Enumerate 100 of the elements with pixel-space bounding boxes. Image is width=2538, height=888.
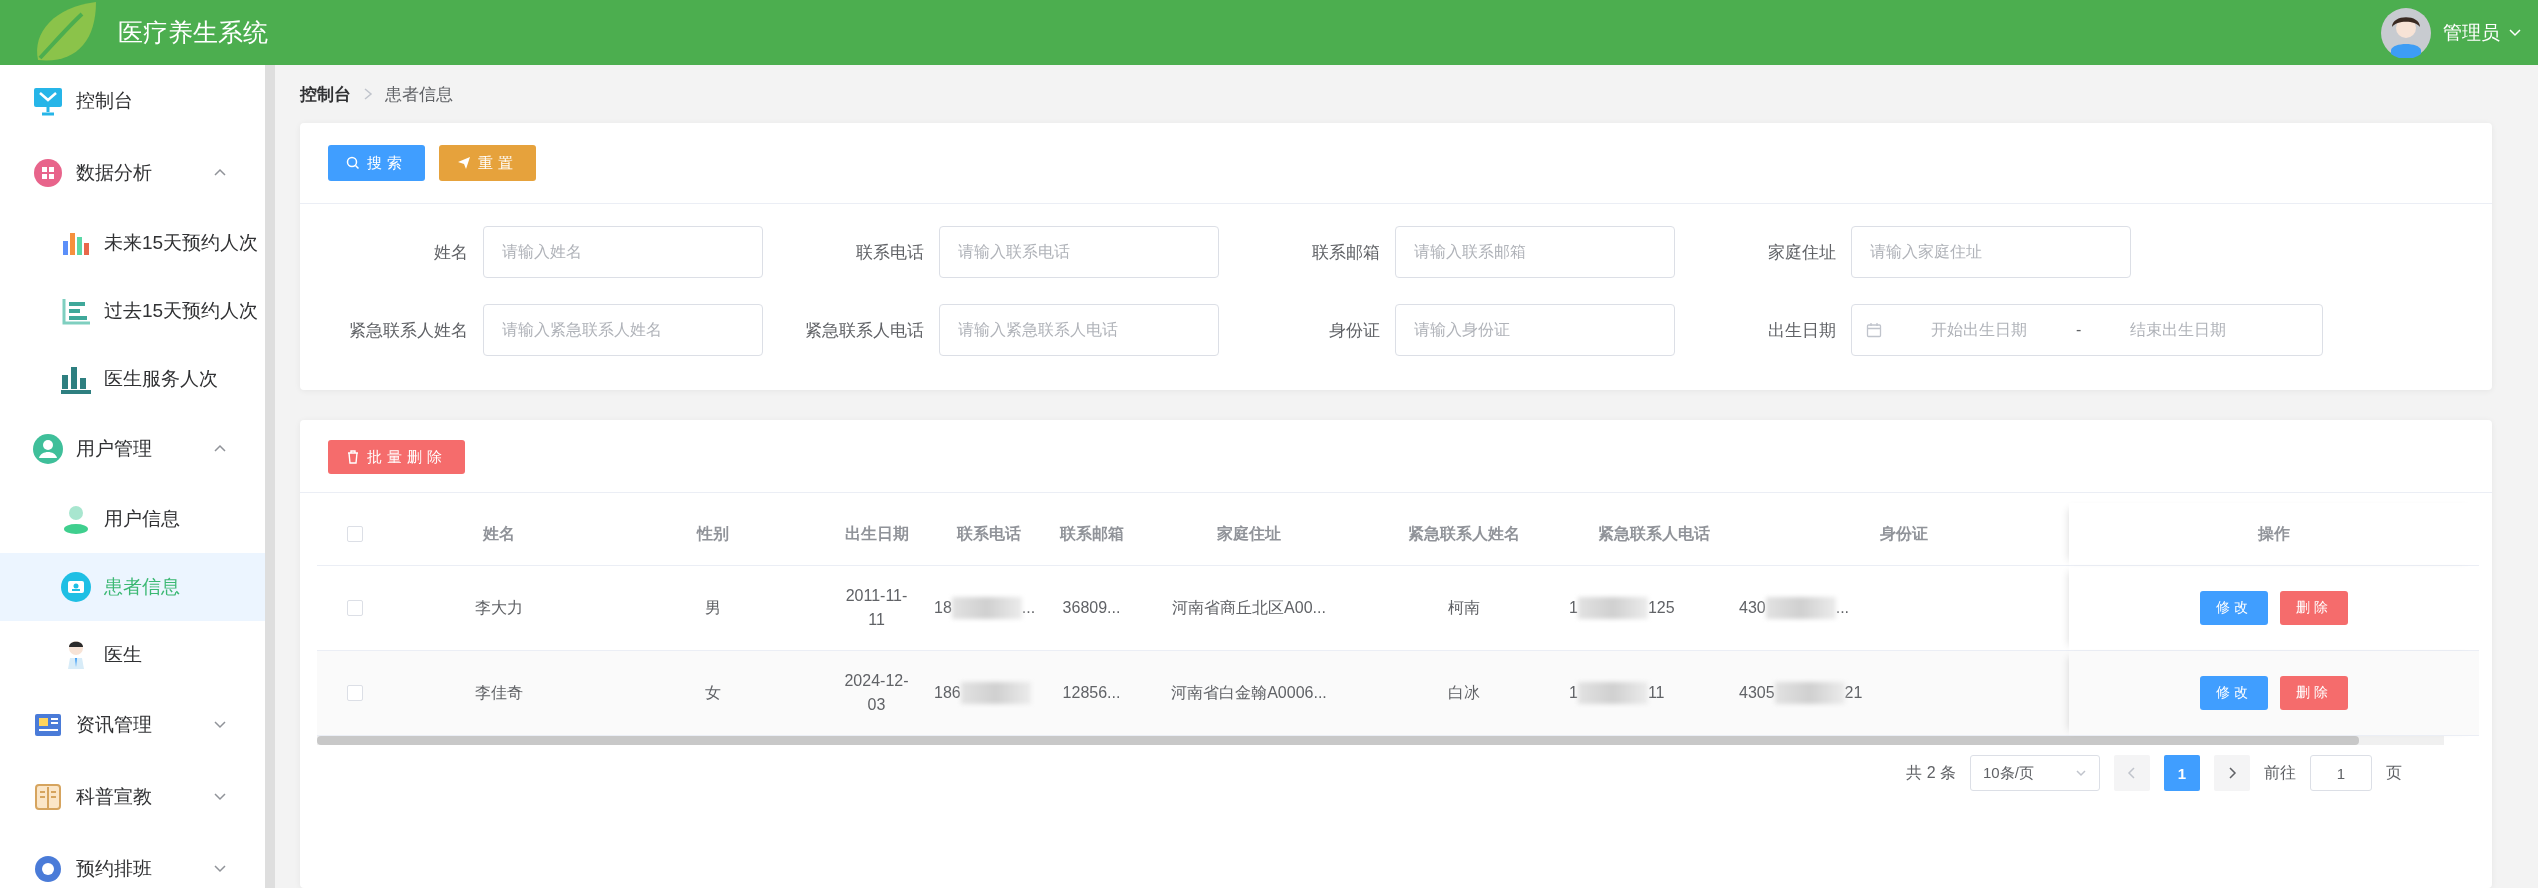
menu-label: 预约排班 [76,857,153,881]
input-field[interactable]: 请输入联系邮箱 [1395,226,1675,278]
menu-label: 患者信息 [104,575,181,599]
goto-label: 前往 [2264,762,2296,783]
field-label: 联系电话 [855,241,925,264]
menu-icon [32,853,64,885]
field-label: 身份证 [1328,319,1381,342]
search-icon [346,156,360,170]
table-cell-text: 男 [704,597,721,618]
table-cell-text: 李大力 [475,597,523,618]
input-field[interactable]: 请输入姓名 [483,226,763,278]
page-suffix: 页 [2386,762,2402,783]
date-range-field[interactable]: 开始出生日期 - 结束出生日期 [1851,304,2323,356]
menu-item[interactable]: 预约排班 [0,833,265,888]
scrollbar-thumb[interactable] [317,736,2359,745]
menu-label: 用户信息 [104,507,181,531]
input-field[interactable]: 请输入紧急联系人姓名 [483,304,763,356]
table-cell: 1 [1569,599,1578,617]
menu-icon [32,433,64,465]
field-label: 紧急联系人电话 [804,319,925,342]
column-header: 紧急联系人姓名 [1408,523,1520,544]
table-cell: 430 [1739,599,1766,617]
redaction-blur [1577,597,1648,619]
table-cell: 125 [1647,599,1675,617]
table-cell-text: 李佳奇 [475,682,523,703]
column-header: 操作 [2258,523,2290,544]
menu-icon [32,781,64,813]
menu-label: 未来15天预约人次 [104,231,259,255]
field-label: 姓名 [433,241,469,264]
prev-page-button[interactable] [2114,755,2150,791]
column-header: 姓名 [483,523,515,544]
menu-item[interactable]: 用户管理 [0,413,265,485]
table-cell: ... [1021,599,1036,617]
submenu-item[interactable]: 未来15天预约人次 [0,209,265,277]
menu-label: 数据分析 [76,161,153,185]
range-separator: - [2075,321,2083,339]
menu-item[interactable]: 控制台 [0,65,265,137]
input-field[interactable]: 请输入家庭住址 [1851,226,2131,278]
table-cell: 4305 [1739,684,1775,702]
menu-label: 控制台 [76,89,134,113]
column-header: 联系电话 [957,523,1021,544]
field-label: 紧急联系人姓名 [348,319,469,342]
menu-icon [32,157,64,189]
checkbox[interactable] [346,685,363,701]
app-title: 医疗养生系统 [118,17,268,48]
trash-icon [346,450,360,464]
checkbox[interactable] [346,526,363,542]
avatar-icon [2381,7,2431,58]
menu-label: 科普宣教 [76,785,153,809]
checkbox[interactable] [346,600,363,616]
column-header: 家庭住址 [1217,523,1281,544]
table-cell-text: 柯南 [1448,597,1480,618]
menu-label: 医生 [104,643,143,667]
input-field[interactable]: 请输入联系电话 [939,226,1219,278]
menu-icon [32,85,64,117]
breadcrumb-item[interactable]: 控制台 [300,82,351,106]
chevron-right-icon [363,87,373,101]
table-cell: 18 [934,599,952,617]
calendar-icon [1866,322,1882,338]
table-cell-text: 白冰 [1448,682,1480,703]
page-size-select[interactable]: 10条/页 [1970,755,2100,791]
column-header: 性别 [696,523,729,544]
table-cell-text: 女 [704,682,721,703]
column-header: 出生日期 [844,523,909,544]
page-input[interactable]: 1 [2310,755,2372,791]
field-label: 家庭住址 [1767,241,1837,264]
table-cell: 21 [1844,684,1863,702]
table-cell: 186 [934,684,961,702]
input-field[interactable]: 请输入身份证 [1395,304,1675,356]
table-cell-text: 河南省白金翰A0006... [1171,682,1327,703]
menu-label: 过去15天预约人次 [104,299,259,323]
table-cell-text: 2024-12-03 [843,671,910,715]
menu-label: 用户管理 [76,437,153,461]
menu-item[interactable]: 数据分析 [0,137,265,209]
breadcrumb-item: 患者信息 [385,83,453,106]
table-cell: ... [1835,599,1850,617]
next-page-button[interactable] [2214,755,2250,791]
input-field[interactable]: 请输入紧急联系人电话 [939,304,1219,356]
submenu-item[interactable]: 医生 [0,621,265,689]
table-cell-text: 2011-11-11 [844,586,909,630]
redaction-blur [960,682,1031,704]
menu-label: 医生服务人次 [104,367,219,391]
chevron-down-icon [2075,767,2087,779]
submenu-item[interactable]: 用户信息 [0,485,265,553]
send-icon [457,156,471,170]
submenu-item[interactable]: 过去15天预约人次 [0,277,265,345]
submenu-item[interactable]: 医生服务人次 [0,345,265,413]
menu-icon [60,571,92,603]
table-cell: 36809... [1062,599,1121,617]
table-cell-text: 河南省商丘北区A00... [1172,597,1326,618]
column-header: 身份证 [1880,523,1928,544]
redaction-blur [1577,682,1648,704]
total-count: 共 2 条 [1906,762,1956,783]
field-label: 联系邮箱 [1311,241,1381,264]
select-value: 10条/页 [1983,763,2034,783]
table-cell: 1 [1569,684,1578,702]
menu-item[interactable]: 科普宣教 [0,761,265,833]
chevron-left-icon [2127,767,2137,779]
redaction-blur [951,597,1022,619]
menu-item[interactable]: 资讯管理 [0,689,265,761]
